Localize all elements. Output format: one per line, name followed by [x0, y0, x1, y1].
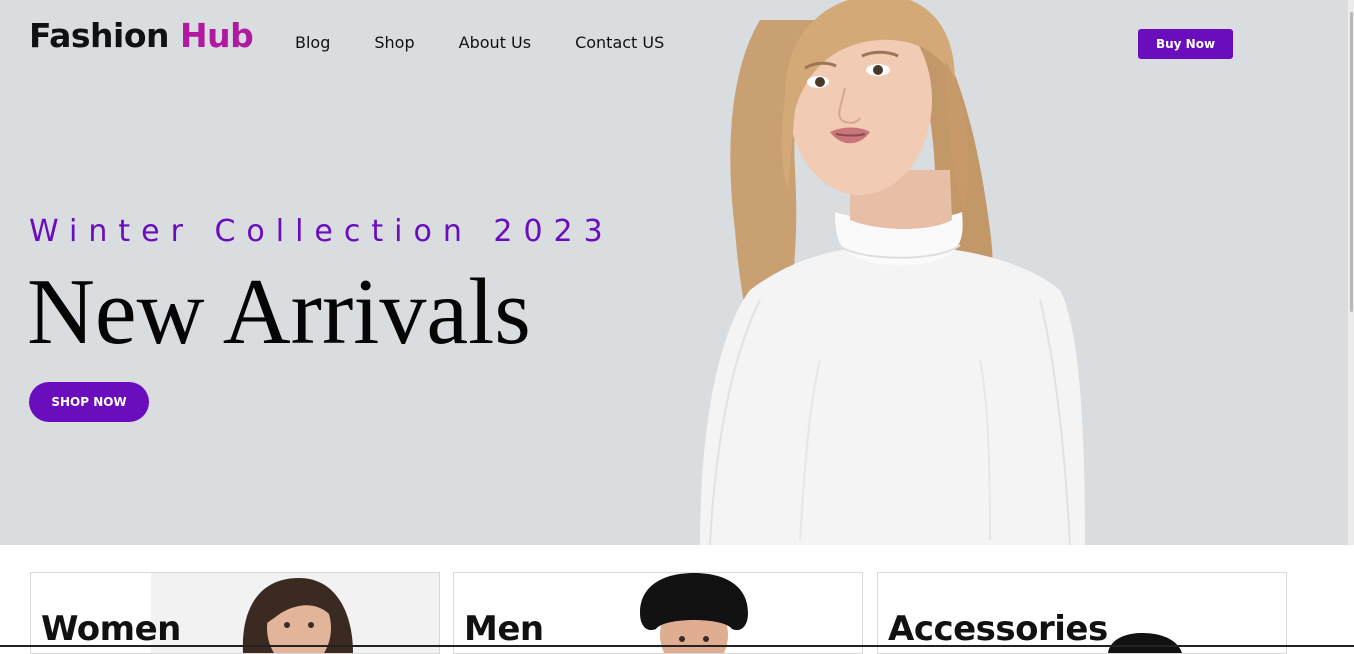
- nav-link-contact-us[interactable]: Contact US: [575, 33, 664, 52]
- category-title-accessories: Accessories: [888, 609, 1108, 649]
- buy-now-button[interactable]: Buy Now: [1138, 29, 1233, 59]
- category-title-women: Women: [41, 609, 181, 649]
- brand-logo-part1: Fashion: [29, 16, 170, 55]
- category-card-accessories[interactable]: Accessories: [877, 572, 1287, 654]
- nav-link-about-us[interactable]: About Us: [459, 33, 531, 52]
- hero-tagline: Winter Collection 2023: [29, 214, 614, 249]
- hero-banner: Fashion Hub Blog Shop About Us Contact U…: [0, 0, 1354, 545]
- brand-logo[interactable]: Fashion Hub: [29, 16, 254, 55]
- main-nav: Blog Shop About Us Contact US: [295, 33, 708, 52]
- category-card-women[interactable]: Women: [30, 572, 440, 654]
- nav-link-blog[interactable]: Blog: [295, 33, 330, 52]
- category-title-men: Men: [464, 609, 544, 649]
- brand-logo-part2: Hub: [180, 16, 254, 55]
- hero-model-image: [700, 0, 1085, 545]
- shop-now-button[interactable]: SHOP NOW: [29, 382, 149, 422]
- nav-link-shop[interactable]: Shop: [374, 33, 414, 52]
- category-card-men[interactable]: Men: [453, 572, 863, 654]
- hero-headline: New Arrivals: [27, 260, 531, 364]
- scrollbar-thumb[interactable]: [1350, 12, 1353, 312]
